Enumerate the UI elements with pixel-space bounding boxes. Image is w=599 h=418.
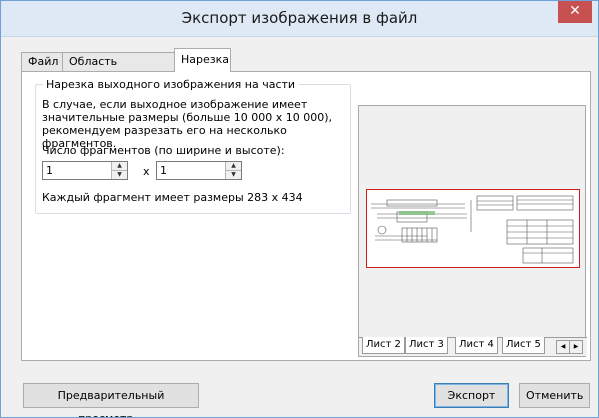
spin-down-icon[interactable]: ▼ <box>112 171 127 179</box>
times-sign: x <box>143 165 150 178</box>
drawing-sketch <box>371 195 574 264</box>
height-fragments-spinner[interactable]: 1 ▲ ▼ <box>156 161 242 180</box>
sheet-tab-2[interactable]: Лист 2 <box>362 337 405 354</box>
width-fragments-spinner[interactable]: 1 ▲ ▼ <box>42 161 128 180</box>
slicing-groupbox: Нарезка выходного изображения на части В… <box>35 77 351 214</box>
width-spinner-arrows[interactable]: ▲ ▼ <box>111 162 127 179</box>
sheet-tab-5[interactable]: Лист 5 <box>502 337 545 354</box>
scroll-left-icon[interactable]: ◀ <box>556 340 570 354</box>
sheet-tab-4[interactable]: Лист 4 <box>455 337 498 354</box>
export-button[interactable]: Экспорт <box>434 383 509 408</box>
close-icon: ✕ <box>569 3 581 19</box>
spin-down-icon[interactable]: ▼ <box>226 171 241 179</box>
spin-up-icon[interactable]: ▲ <box>112 162 127 171</box>
preview-button[interactable]: Предварительный просмотр... <box>23 383 199 417</box>
sheet-tab-strip: Лист 2 Лист 3 Лист 4 Лист 5 ◀ ▶ <box>359 337 587 356</box>
fragment-count-label: Число фрагментов (по ширине и высоте): <box>42 144 285 157</box>
fragment-size-text: Каждый фрагмент имеет размеры 283 x 434 <box>42 191 303 204</box>
height-fragments-value[interactable]: 1 <box>160 164 167 177</box>
group-title: Нарезка выходного изображения на части <box>43 77 299 92</box>
title-bar: Экспорт изображения в файл ✕ <box>1 1 598 37</box>
width-fragments-value[interactable]: 1 <box>46 164 53 177</box>
preview-pane: Лист 2 Лист 3 Лист 4 Лист 5 ◀ ▶ <box>358 105 587 357</box>
close-button[interactable]: ✕ <box>558 1 592 23</box>
slicing-description: В случае, если выходное изображение имее… <box>42 98 332 150</box>
tab-slicing[interactable]: Нарезка <box>174 48 231 72</box>
dialog-title: Экспорт изображения в файл <box>181 9 418 27</box>
sheet-tab-3[interactable]: Лист 3 <box>405 337 448 354</box>
drawing-thumbnail <box>366 189 580 268</box>
tab-export-area[interactable]: Область экспорта <box>62 52 175 86</box>
scroll-right-icon[interactable]: ▶ <box>569 340 583 354</box>
export-dialog: Экспорт изображения в файл ✕ Файл Област… <box>0 0 599 418</box>
spin-up-icon[interactable]: ▲ <box>226 162 241 171</box>
height-spinner-arrows[interactable]: ▲ ▼ <box>225 162 241 179</box>
cancel-button[interactable]: Отменить <box>519 383 590 408</box>
tab-file[interactable]: Файл <box>21 52 63 71</box>
slicing-panel: Нарезка выходного изображения на части В… <box>21 71 591 361</box>
